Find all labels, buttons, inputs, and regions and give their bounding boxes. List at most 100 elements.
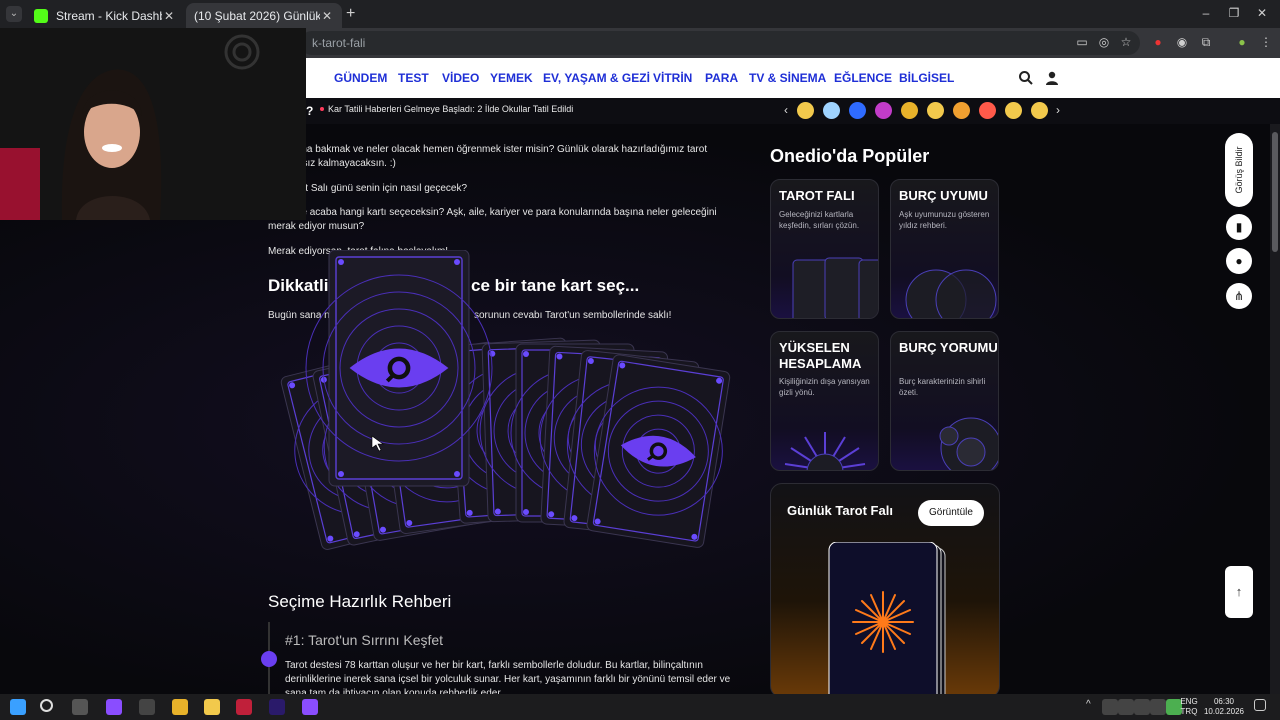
emoji-reaction[interactable] (953, 102, 970, 119)
emoji-reaction[interactable] (1005, 102, 1022, 119)
nav-gundem[interactable]: GÜNDEM (334, 71, 387, 85)
extension-icon[interactable]: ◉ (1174, 35, 1190, 51)
eye-off-icon[interactable]: ◎ (1096, 35, 1112, 51)
task-view-icon[interactable] (72, 699, 88, 715)
close-window-icon[interactable]: ✕ (1254, 6, 1270, 20)
volume-icon[interactable] (1118, 699, 1134, 715)
view-button[interactable]: Görüntüle (918, 500, 984, 526)
restore-icon[interactable]: ❐ (1226, 6, 1242, 20)
step-text: derinliklerine inerek sana içsel bir yol… (285, 674, 731, 685)
emoji-reaction[interactable] (875, 102, 892, 119)
emoji-reaction[interactable] (1031, 102, 1048, 119)
premiere-icon[interactable] (269, 699, 285, 715)
language-indicator[interactable]: TRQ (1178, 707, 1200, 716)
tarot-card-deck[interactable] (276, 250, 741, 580)
scrollbar-thumb[interactable] (1272, 132, 1278, 252)
feedback-label: Görüş Bildir (1234, 146, 1244, 194)
nav-yemek[interactable]: YEMEK (490, 71, 533, 85)
emoji-reaction[interactable] (901, 102, 918, 119)
nav-bilgisel[interactable]: BİLGİSEL (899, 71, 954, 85)
chevron-right-icon[interactable]: › (1056, 103, 1060, 117)
extension-icon[interactable]: ● (1150, 35, 1166, 51)
mic-icon[interactable] (1134, 699, 1150, 715)
tile-burc-uyumu[interactable]: BURÇ UYUMU Aşk uyumunuzu gösteren yıldız… (890, 179, 999, 319)
news-ticker: ? Kar Tatili Haberleri Gelmeye Başladı: … (306, 98, 1280, 124)
emoji-reaction[interactable] (979, 102, 996, 119)
tab-tarot[interactable]: (10 Şubat 2026) Günlük Tarot Fa ✕ (186, 3, 342, 28)
tile-title: BURÇ YORUMU (899, 340, 998, 355)
voicemeeter-icon[interactable] (236, 699, 252, 715)
tray-icon[interactable] (1102, 699, 1118, 715)
webcam-overlay (0, 28, 306, 220)
tile-burc-yorumu[interactable]: BURÇ YORUMU Burç karakterinizin sihirli … (890, 331, 999, 471)
copilot-icon[interactable] (106, 699, 122, 715)
search-icon[interactable] (1018, 70, 1034, 86)
file-explorer-icon[interactable] (204, 699, 220, 715)
user-icon[interactable] (1044, 70, 1060, 86)
feedback-button[interactable]: Görüş Bildir (1225, 133, 1253, 207)
guide-heading: Seçime Hazırlık Rehberi (268, 592, 452, 611)
puzzle-icon[interactable]: ⧉ (1198, 35, 1214, 51)
clock-time[interactable]: 06:30 (1200, 697, 1248, 706)
url-text[interactable]: k-tarot-fali (312, 36, 365, 50)
tab-search-button[interactable]: ⌄ (6, 6, 22, 22)
app-icon[interactable] (139, 699, 155, 715)
share-icon[interactable]: ⋔ (1226, 283, 1252, 309)
nav-para[interactable]: PARA (705, 71, 738, 85)
card-stack-illustration (828, 542, 946, 697)
emoji-reaction[interactable] (797, 102, 814, 119)
menu-icon[interactable]: ⋮ (1258, 35, 1274, 51)
ticker-dot (320, 107, 324, 111)
close-tab-icon[interactable]: ✕ (320, 9, 334, 23)
chevron-up-icon[interactable]: ^ (1086, 699, 1102, 715)
emoji-reaction[interactable] (927, 102, 944, 119)
tarot-card-selected[interactable] (305, 250, 493, 487)
site-navigation: GÜNDEM TEST VİDEO YEMEK EV, YAŞAM & GEZİ… (306, 58, 1280, 98)
planet-illustration (939, 417, 998, 470)
network-icon[interactable] (1150, 699, 1166, 715)
tile-desc: Burç karakterinizin sihirli özeti. (899, 377, 986, 397)
nav-ev-yasam-gezi[interactable]: EV, YAŞAM & GEZİ (543, 71, 650, 85)
minimize-icon[interactable]: – (1198, 6, 1214, 20)
daily-tarot-card[interactable]: Günlük Tarot Falı Görüntüle (770, 483, 1000, 698)
language-indicator[interactable]: ENG (1178, 697, 1200, 706)
new-tab-button[interactable]: + (346, 5, 362, 23)
nav-tv-sinema[interactable]: TV & SİNEMA (749, 71, 826, 85)
circles-illustration (905, 269, 997, 318)
cast-icon[interactable]: ▭ (1074, 35, 1090, 51)
emoji-reaction[interactable] (849, 102, 866, 119)
emoji-reaction[interactable] (823, 102, 840, 119)
nav-vitrin[interactable]: VİTRİN (653, 71, 692, 85)
ticker-headline[interactable]: Kar Tatili Haberleri Gelmeye Başladı: 2 … (328, 104, 573, 114)
nav-eglence[interactable]: EĞLENCE (834, 71, 892, 85)
chevron-left-icon[interactable]: ‹ (784, 103, 788, 117)
app-icon[interactable] (302, 699, 318, 715)
tab-kick-dashboard[interactable]: Stream - Kick Dashboard ✕ (26, 3, 184, 28)
article-paragraph: gününde acaba hangi kartı seçeceksin? Aş… (268, 207, 717, 218)
sidebar-title: Onedio'da Popüler (770, 146, 930, 166)
chrome-icon[interactable] (172, 699, 188, 715)
tile-desc: Geleceğinizi kartlarla keşfedin, sırları… (779, 210, 860, 230)
article-paragraph: rlikte falsız kalmayacaksın. :) (268, 158, 396, 169)
omnibox[interactable]: k-tarot-fali (300, 31, 1140, 55)
close-tab-icon[interactable]: ✕ (162, 9, 176, 23)
tile-yukselen-hesaplama[interactable]: YÜKSELEN HESAPLAMA Kişiliğinizin dışa ya… (770, 331, 879, 471)
nav-video[interactable]: VİDEO (442, 71, 479, 85)
article-paragraph: 10 Şubat Salı günü senin için nasıl geçe… (268, 183, 468, 194)
search-icon[interactable] (40, 699, 53, 712)
scroll-to-top-button[interactable]: ↑ (1225, 566, 1253, 618)
tile-title: BURÇ UYUMU (899, 188, 988, 203)
notification-icon[interactable] (1254, 699, 1266, 711)
nav-test[interactable]: TEST (398, 71, 429, 85)
tile-title: YÜKSELEN HESAPLAMA (779, 340, 862, 371)
star-icon[interactable]: ☆ (1118, 35, 1134, 51)
clock-date[interactable]: 10.02.2026 (1200, 707, 1248, 716)
comments-icon[interactable]: ● (1226, 248, 1252, 274)
windows-start-icon[interactable] (10, 699, 26, 715)
scrollbar[interactable] (1270, 124, 1280, 694)
kick-icon (34, 8, 48, 23)
tile-tarot-fali[interactable]: TAROT FALI Geleceğinizi kartlarla keşfed… (770, 179, 879, 319)
profile-avatar[interactable]: ● (1234, 35, 1250, 51)
bookmark-icon[interactable]: ▮ (1226, 214, 1252, 240)
streamer-video (0, 28, 306, 220)
